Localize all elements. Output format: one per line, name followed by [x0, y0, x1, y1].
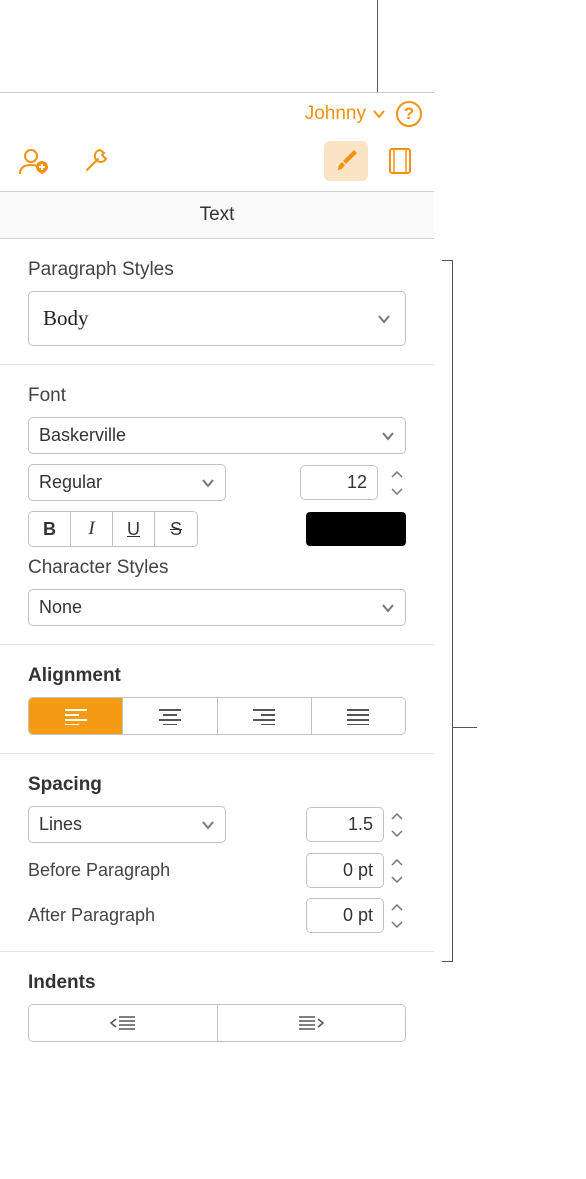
- alignment-buttons: [28, 697, 406, 735]
- spacing-value-input[interactable]: 1.5: [306, 807, 384, 842]
- chevron-down-icon: [201, 476, 215, 490]
- stepper-down-icon[interactable]: [388, 871, 406, 887]
- stepper-up-icon[interactable]: [388, 900, 406, 916]
- paragraph-style-value: Body: [43, 306, 89, 331]
- after-paragraph-label: After Paragraph: [28, 905, 155, 926]
- increase-indent-button[interactable]: [218, 1005, 406, 1041]
- callout-bracket: [442, 260, 462, 962]
- chevron-down-icon: [381, 601, 395, 615]
- paragraph-style-select[interactable]: Body: [28, 291, 406, 346]
- collaborate-button[interactable]: [12, 141, 56, 181]
- font-family-value: Baskerville: [39, 425, 126, 446]
- stepper-up-icon[interactable]: [388, 467, 406, 483]
- underline-button[interactable]: U: [113, 512, 155, 546]
- character-style-select[interactable]: None: [28, 589, 406, 626]
- spacing-label: Spacing: [28, 774, 406, 796]
- font-family-select[interactable]: Baskerville: [28, 417, 406, 454]
- indent-buttons: [28, 1004, 406, 1042]
- chevron-down-icon: [372, 107, 386, 121]
- text-style-group: B I U S: [28, 511, 198, 547]
- before-paragraph-stepper[interactable]: [388, 855, 406, 887]
- strikethrough-button[interactable]: S: [155, 512, 197, 546]
- spacing-mode-select[interactable]: Lines: [28, 806, 226, 843]
- spacing-stepper[interactable]: [388, 809, 406, 841]
- paragraph-styles-group: Paragraph Styles Body: [0, 239, 434, 365]
- help-button[interactable]: ?: [396, 101, 422, 127]
- character-styles-label: Character Styles: [28, 557, 406, 579]
- user-name: Johnny: [305, 103, 366, 125]
- person-add-icon: [17, 146, 51, 176]
- indents-group: Indents: [0, 952, 434, 1060]
- callout-line-top: [377, 0, 378, 95]
- align-right-button[interactable]: [218, 698, 312, 734]
- document-tab[interactable]: [378, 141, 422, 181]
- after-paragraph-stepper[interactable]: [388, 900, 406, 932]
- user-dropdown[interactable]: Johnny: [305, 103, 386, 125]
- chevron-down-icon: [377, 312, 391, 326]
- format-inspector-panel: Johnny ?: [0, 92, 434, 1179]
- alignment-label: Alignment: [28, 665, 406, 687]
- font-group: Font Baskerville Regular 12: [0, 365, 434, 645]
- decrease-indent-icon: [109, 1014, 137, 1032]
- paintbrush-icon: [332, 147, 360, 175]
- spacing-group: Spacing Lines 1.5 Before P: [0, 754, 434, 952]
- wrench-icon: [81, 146, 111, 176]
- character-style-value: None: [39, 597, 82, 618]
- font-label: Font: [28, 385, 406, 407]
- font-size-input[interactable]: 12: [300, 465, 378, 500]
- stepper-down-icon[interactable]: [388, 825, 406, 841]
- stepper-up-icon[interactable]: [388, 855, 406, 871]
- user-bar: Johnny ?: [0, 93, 434, 135]
- stepper-down-icon[interactable]: [388, 483, 406, 499]
- align-justify-icon: [345, 707, 371, 725]
- font-weight-select[interactable]: Regular: [28, 464, 226, 501]
- stepper-down-icon[interactable]: [388, 916, 406, 932]
- toolbar: [0, 135, 434, 191]
- bold-button[interactable]: B: [29, 512, 71, 546]
- align-center-icon: [157, 707, 183, 725]
- before-paragraph-input[interactable]: 0 pt: [306, 853, 384, 888]
- chevron-down-icon: [201, 818, 215, 832]
- align-right-icon: [251, 707, 277, 725]
- align-left-button[interactable]: [29, 698, 123, 734]
- format-tab[interactable]: [324, 141, 368, 181]
- align-center-button[interactable]: [123, 698, 217, 734]
- chevron-down-icon: [381, 429, 395, 443]
- font-weight-value: Regular: [39, 472, 102, 493]
- stepper-up-icon[interactable]: [388, 809, 406, 825]
- increase-indent-icon: [297, 1014, 325, 1032]
- paragraph-styles-label: Paragraph Styles: [28, 259, 406, 281]
- align-justify-button[interactable]: [312, 698, 405, 734]
- italic-button[interactable]: I: [71, 512, 113, 546]
- alignment-group: Alignment: [0, 645, 434, 754]
- indents-label: Indents: [28, 972, 406, 994]
- decrease-indent-button[interactable]: [29, 1005, 218, 1041]
- spacing-mode-value: Lines: [39, 814, 82, 835]
- align-left-icon: [63, 707, 89, 725]
- after-paragraph-input[interactable]: 0 pt: [306, 898, 384, 933]
- text-color-swatch[interactable]: [306, 512, 406, 546]
- panel-title: Text: [0, 191, 434, 239]
- document-icon: [387, 146, 413, 176]
- tools-button[interactable]: [74, 141, 118, 181]
- before-paragraph-label: Before Paragraph: [28, 860, 170, 881]
- font-size-stepper[interactable]: [388, 467, 406, 499]
